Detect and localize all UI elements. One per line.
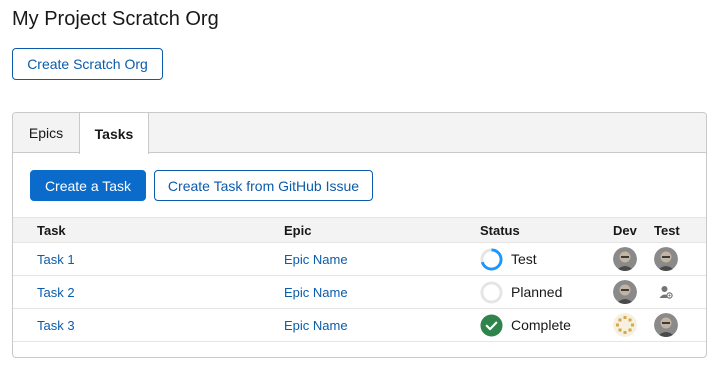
avatar[interactable]	[613, 280, 637, 304]
create-task-button[interactable]: Create a Task	[30, 170, 146, 201]
epic-link[interactable]: Epic Name	[284, 318, 348, 333]
tasks-card: Epics Tasks Create a Task Create Task fr…	[12, 112, 707, 358]
status-cell: Planned	[480, 280, 563, 304]
header-task: Task	[37, 222, 66, 238]
check-circle-icon	[480, 313, 503, 337]
table-row: Task 2 Epic Name Planned	[13, 276, 706, 309]
status-cell: Complete	[480, 313, 571, 337]
status-cell: Test	[480, 247, 537, 271]
table-header: Task Epic Status Dev Test	[13, 217, 706, 243]
avatar[interactable]	[654, 247, 678, 271]
header-status: Status	[480, 222, 520, 238]
page-title: My Project Scratch Org	[12, 8, 219, 30]
task-link[interactable]: Task 3	[37, 318, 75, 333]
epic-link[interactable]: Epic Name	[284, 285, 348, 300]
create-task-from-github-button[interactable]: Create Task from GitHub Issue	[154, 170, 373, 201]
status-label: Test	[511, 251, 537, 267]
avatar[interactable]	[654, 313, 678, 337]
header-dev: Dev	[613, 222, 637, 238]
task-link[interactable]: Task 1	[37, 252, 75, 267]
status-label: Planned	[511, 284, 563, 300]
avatar-placeholder[interactable]	[613, 313, 637, 337]
task-link[interactable]: Task 2	[37, 285, 75, 300]
progress-ring-icon	[480, 247, 503, 271]
status-label: Complete	[511, 317, 571, 333]
tasks-table: Task Epic Status Dev Test Task 1 Epic Na…	[13, 217, 706, 342]
header-epic: Epic	[284, 222, 312, 238]
table-row: Task 3 Epic Name Complete	[13, 309, 706, 342]
tab-tasks[interactable]: Tasks	[79, 113, 149, 154]
tab-epics[interactable]: Epics	[13, 113, 79, 153]
create-scratch-org-button[interactable]: Create Scratch Org	[12, 48, 163, 80]
table-row: Task 1 Epic Name Test	[13, 243, 706, 276]
header-test: Test	[654, 222, 680, 238]
avatar[interactable]	[613, 247, 637, 271]
assign-user-icon[interactable]	[654, 280, 678, 304]
epic-link[interactable]: Epic Name	[284, 252, 348, 267]
empty-ring-icon	[480, 280, 503, 304]
tab-bar: Epics Tasks	[13, 113, 706, 154]
